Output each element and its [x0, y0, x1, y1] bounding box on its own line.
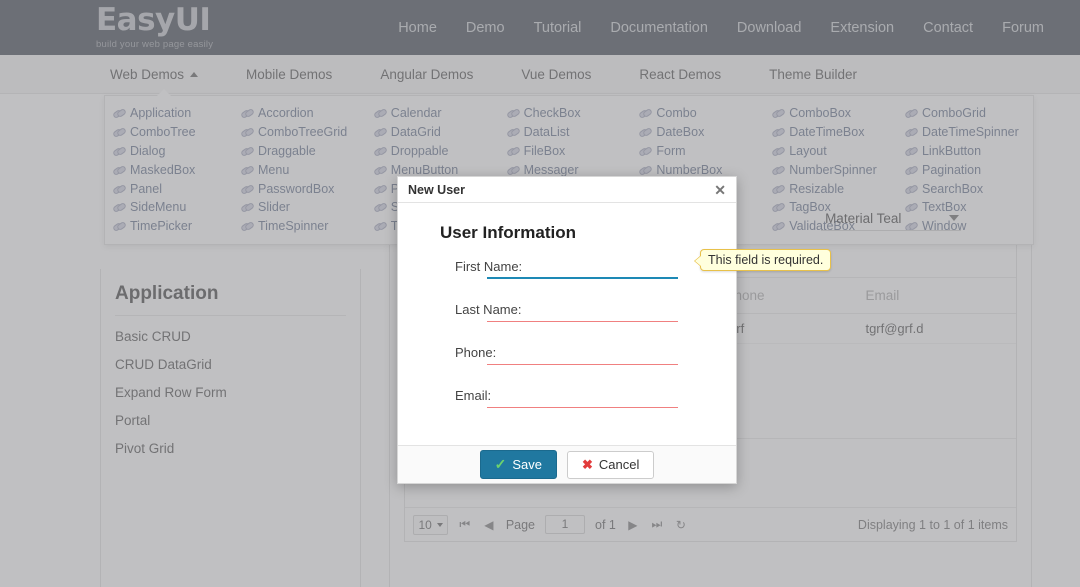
tooltip-text: This field is required. — [708, 253, 824, 267]
field-phone: Phone: — [414, 341, 720, 375]
dialog-body: User Information First Name: Last Name: … — [398, 203, 736, 445]
dialog-footer: ✓ Save ✖ Cancel — [398, 445, 736, 483]
field-last-name: Last Name: — [414, 298, 720, 332]
close-icon[interactable]: ✕ — [712, 183, 728, 197]
save-button[interactable]: ✓ Save — [479, 450, 557, 479]
field-first-name: First Name: — [414, 255, 720, 289]
dialog-heading: User Information — [440, 223, 577, 242]
dialog-title: New User — [408, 182, 465, 197]
dialog-title-bar: New User ✕ — [398, 177, 736, 203]
first-name-input[interactable] — [487, 255, 678, 279]
field-label-phone: Phone: — [455, 345, 497, 360]
last-name-input[interactable] — [487, 298, 678, 322]
new-user-dialog: New User ✕ User Information First Name: … — [397, 176, 737, 484]
field-email: Email: — [414, 384, 720, 418]
phone-input[interactable] — [487, 341, 678, 365]
field-label-last-name: Last Name: — [455, 302, 522, 317]
check-icon: ✓ — [494, 456, 507, 472]
field-label-email: Email: — [455, 388, 492, 403]
tooltip-arrow — [695, 256, 701, 266]
cross-icon: ✖ — [582, 456, 593, 472]
cancel-button-label: Cancel — [598, 457, 640, 472]
field-label-first-name: First Name: — [455, 259, 523, 274]
validation-tooltip: This field is required. — [694, 249, 832, 271]
cancel-button[interactable]: ✖ Cancel — [567, 450, 655, 479]
save-button-label: Save — [512, 457, 542, 472]
email-input[interactable] — [487, 384, 678, 408]
